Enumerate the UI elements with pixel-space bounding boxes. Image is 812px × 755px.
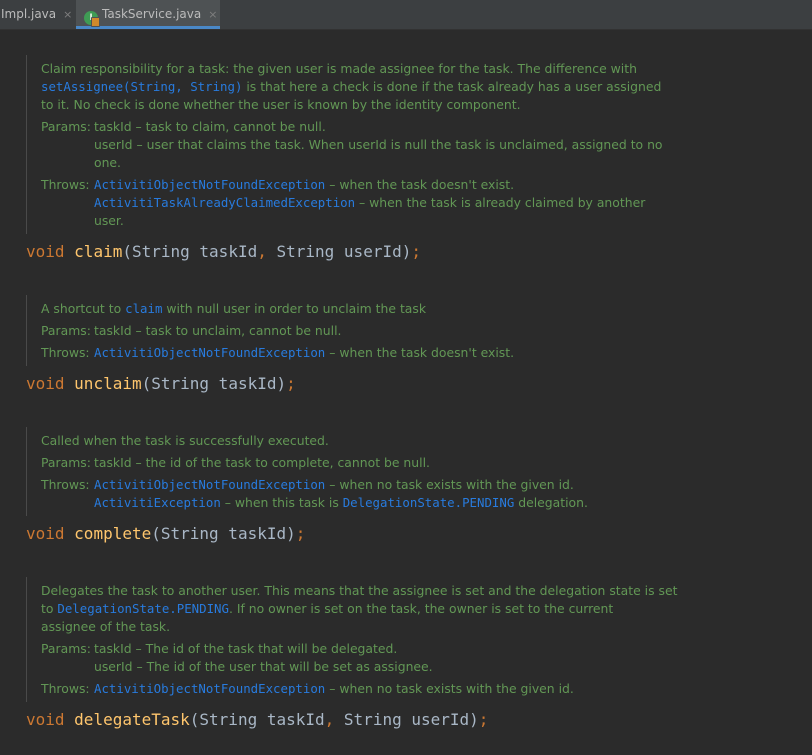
throws-desc: ActivitiObjectNotFoundException – when n…	[94, 681, 574, 696]
throws-label: Throws:	[41, 681, 90, 696]
throws-desc: ActivitiException – when this task is De…	[94, 495, 588, 510]
javadoc-complete: Called when the task is successfully exe…	[26, 427, 812, 516]
javadoc-delegatetask: Delegates the task to another user. This…	[26, 577, 812, 702]
params-label: Params:	[41, 323, 91, 338]
doc-text: Called when the task is successfully exe…	[41, 433, 329, 448]
throws-desc: ActivitiObjectNotFoundException – when n…	[94, 477, 574, 492]
doc-text: Claim responsibility for a task: the giv…	[41, 61, 637, 76]
throws-label: Throws:	[41, 477, 90, 492]
param-desc: taskId – task to claim, cannot be null.	[94, 119, 326, 134]
param-desc: userId – user that claims the task. When…	[94, 137, 663, 152]
doc-text: Delegates the task to another user. This…	[41, 583, 678, 598]
code-link[interactable]: DelegationState.PENDING	[57, 601, 229, 616]
javadoc-claim: Claim responsibility for a task: the giv…	[26, 55, 812, 234]
doc-text: setAssignee(String, String) is that here…	[41, 79, 662, 94]
code-link[interactable]: setAssignee(String, String)	[41, 79, 242, 94]
code-link[interactable]: ActivitiObjectNotFoundException	[94, 177, 325, 192]
param-desc: taskId – task to unclaim, cannot be null…	[94, 323, 342, 338]
class-interface-icon: I	[84, 11, 100, 27]
params-label: Params:	[41, 119, 91, 134]
tab-impl-java[interactable]: Impl.java ×	[0, 0, 76, 29]
code-link[interactable]: ActivitiObjectNotFoundException	[94, 681, 325, 696]
param-desc: taskId – The id of the task that will be…	[94, 641, 398, 656]
throws-desc: ActivitiTaskAlreadyClaimedException – wh…	[94, 195, 646, 210]
doc-text: to it. No check is done whether the user…	[41, 97, 521, 112]
close-icon[interactable]: ×	[63, 8, 72, 21]
throws-desc: ActivitiObjectNotFoundException – when t…	[94, 345, 515, 360]
doc-text: assignee of the task.	[41, 619, 171, 634]
code-link[interactable]: DelegationState.PENDING	[343, 495, 515, 510]
params-label: Params:	[41, 455, 91, 470]
code-link[interactable]: claim	[125, 301, 162, 316]
doc-text: A shortcut to claim with null user in or…	[41, 301, 427, 316]
param-desc: taskId – the id of the task to complete,…	[94, 455, 430, 470]
throws-desc: user.	[94, 213, 124, 228]
method-signature-claim[interactable]: void claim(String taskId, String userId)…	[26, 242, 421, 262]
code-link[interactable]: ActivitiObjectNotFoundException	[94, 345, 325, 360]
throws-desc: ActivitiObjectNotFoundException – when t…	[94, 177, 515, 192]
code-link[interactable]: ActivitiException	[94, 495, 221, 510]
doc-text: to DelegationState.PENDING. If no owner …	[41, 601, 614, 616]
throws-label: Throws:	[41, 177, 90, 192]
code-link[interactable]: ActivitiTaskAlreadyClaimedException	[94, 195, 355, 210]
editor-tab-bar: Impl.java × I TaskService.java ×	[0, 0, 812, 30]
tab-label: TaskService.java	[102, 7, 202, 21]
close-icon[interactable]: ×	[208, 8, 217, 21]
method-signature-delegatetask[interactable]: void delegateTask(String taskId, String …	[26, 710, 488, 730]
throws-label: Throws:	[41, 345, 90, 360]
tab-label: Impl.java	[1, 7, 57, 21]
code-link[interactable]: ActivitiObjectNotFoundException	[94, 477, 325, 492]
tab-taskservice-java[interactable]: I TaskService.java ×	[76, 0, 220, 29]
params-label: Params:	[41, 641, 91, 656]
javadoc-unclaim: A shortcut to claim with null user in or…	[26, 295, 812, 366]
param-desc: one.	[94, 155, 121, 170]
method-signature-complete[interactable]: void complete(String taskId);	[26, 524, 305, 544]
param-desc: userId – The id of the user that will be…	[94, 659, 433, 674]
method-signature-unclaim[interactable]: void unclaim(String taskId);	[26, 374, 296, 394]
